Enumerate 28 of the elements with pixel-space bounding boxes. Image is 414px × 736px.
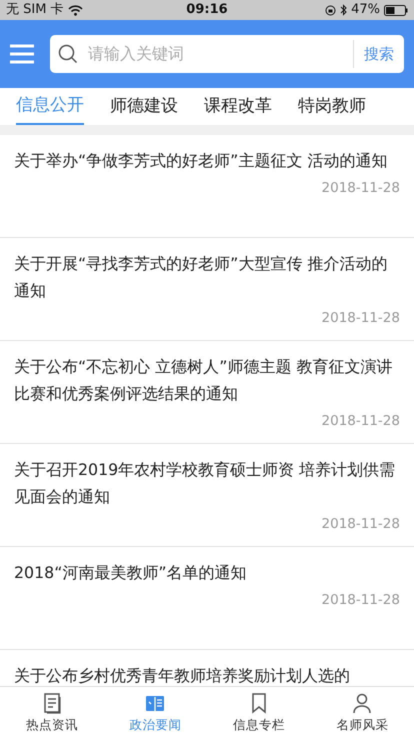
bottom-nav-tab[interactable]: 政治要闻 — [104, 687, 207, 736]
bottom-nav-tab[interactable]: 名师风采 — [310, 687, 414, 736]
article-title[interactable]: 关于举办“争做李芳式的好老师”主题征文 活动的通知 — [14, 147, 400, 174]
wifi-icon — [68, 4, 83, 16]
time-text: 09:16 — [186, 1, 228, 20]
article-date: 2018-11-28 — [322, 413, 400, 429]
article-title[interactable]: 2018“河南最美教师”名单的通知 — [14, 559, 400, 586]
battery-text: 47% — [351, 1, 380, 20]
bottom-nav-tab[interactable]: 信息专栏 — [207, 687, 310, 736]
person-icon — [351, 692, 374, 714]
article-title[interactable]: 关于公布“不忘初心 立德树人”师德主题 教育征文演讲比赛和优秀案例评选结果的通知 — [14, 353, 400, 407]
category-tab[interactable]: 课程改革 — [204, 88, 272, 125]
article-date: 2018-11-28 — [322, 592, 400, 608]
bottom-nav-tab[interactable]: 热点资讯 — [0, 687, 104, 736]
bluetooth-icon — [340, 4, 348, 16]
category-tab[interactable]: 特岗教师 — [298, 88, 366, 125]
article-title[interactable]: 关于召开2019年农村学校教育硕士师资 培养计划供需见面会的通知 — [14, 456, 400, 510]
carrier-text: 无 SIM 卡 — [6, 1, 64, 20]
article-title[interactable]: 关于公布乡村优秀青年教师培养奖励计划人选的 — [14, 662, 400, 686]
article-date: 2018-11-28 — [322, 180, 400, 196]
menu-icon[interactable] — [10, 44, 34, 64]
category-tab[interactable]: 师德建设 — [110, 88, 178, 125]
search-icon — [58, 44, 78, 64]
battery-icon — [384, 4, 408, 16]
article-title[interactable]: 关于开展“寻找李芳式的好老师”大型宣传 推介活动的通知 — [14, 250, 400, 304]
article-date: 2018-11-28 — [322, 516, 400, 532]
article-date: 2018-11-28 — [322, 310, 400, 326]
lock-rotation-icon — [325, 4, 336, 16]
